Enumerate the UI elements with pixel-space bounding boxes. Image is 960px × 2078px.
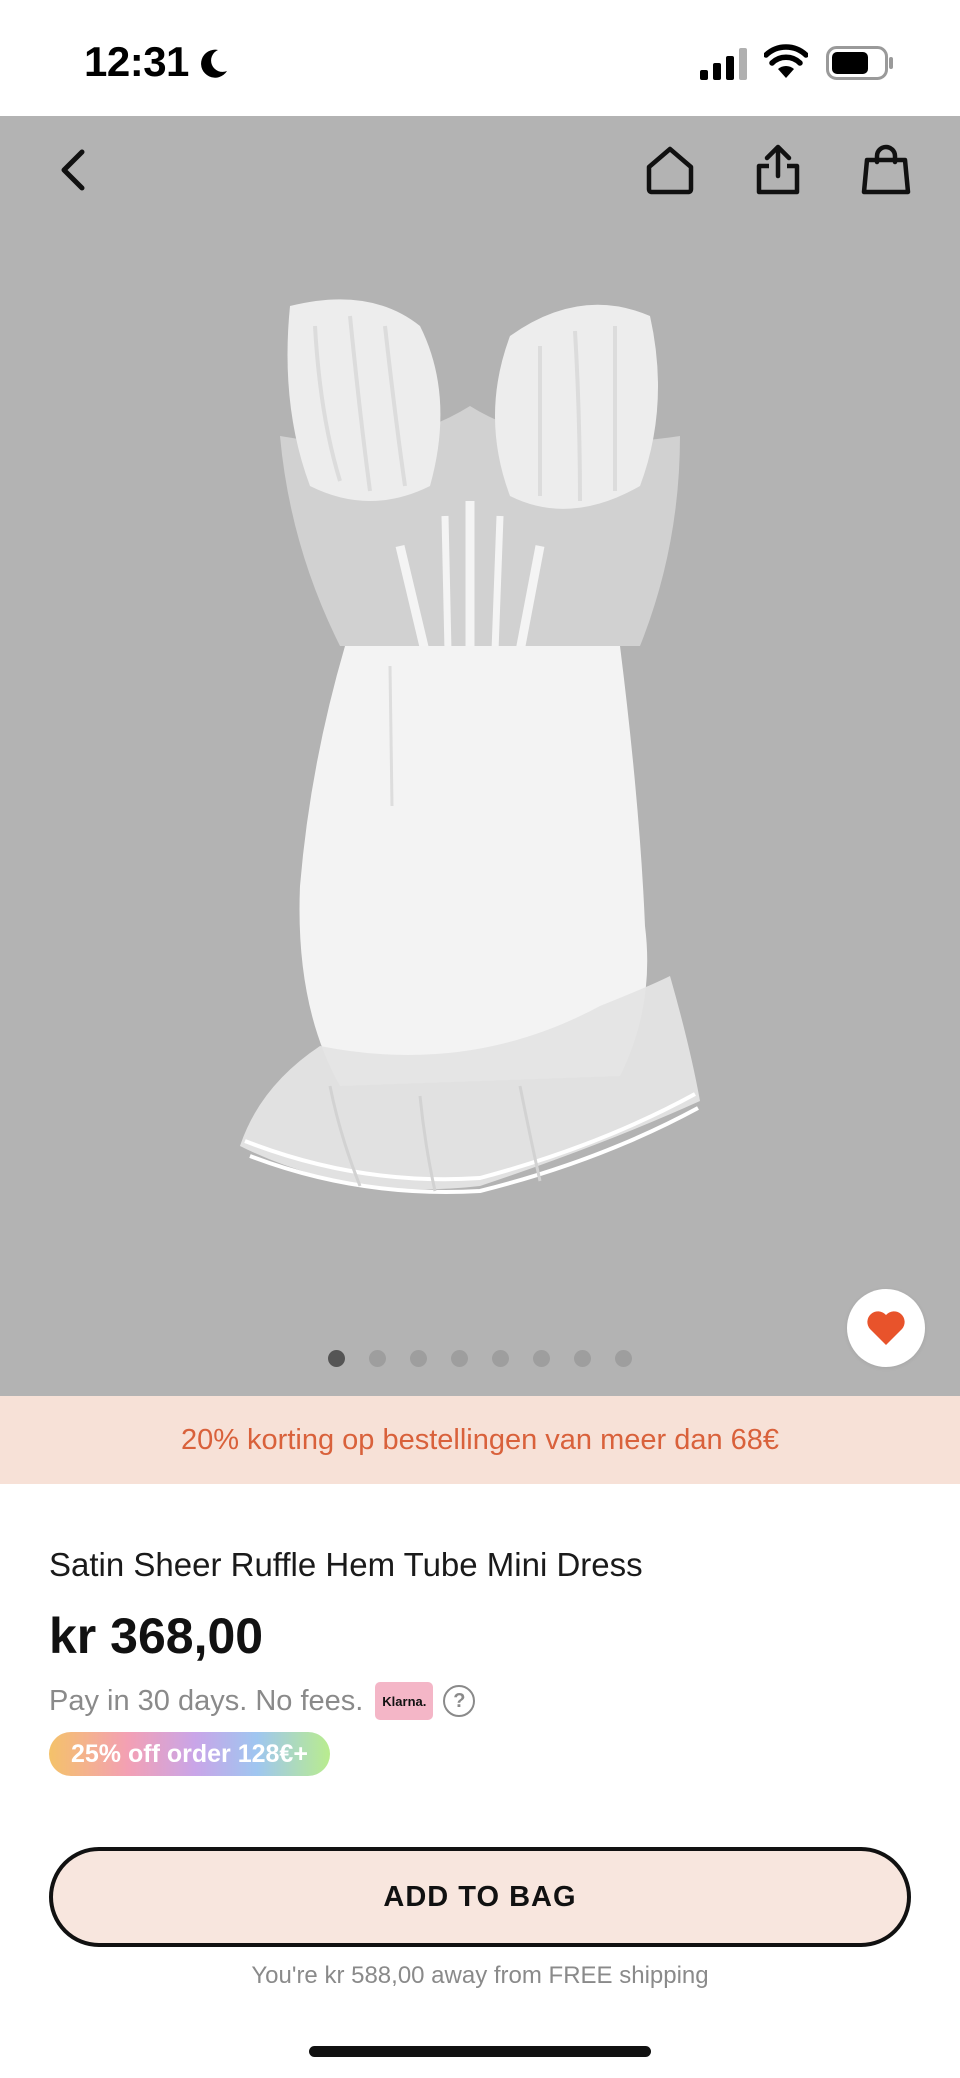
pagination-dot[interactable]	[451, 1350, 468, 1367]
home-icon	[646, 146, 694, 195]
pagination-dot[interactable]	[533, 1350, 550, 1367]
home-indicator	[309, 2046, 651, 2057]
help-icon[interactable]: ?	[443, 1685, 476, 1717]
shopping-bag-icon	[861, 144, 911, 195]
moon-icon	[201, 49, 227, 78]
wifi-icon	[764, 44, 808, 78]
status-time: 12:31	[84, 38, 189, 85]
share-button[interactable]	[738, 130, 818, 210]
pagination-dot[interactable]	[615, 1350, 632, 1367]
favorite-button[interactable]	[847, 1289, 925, 1367]
pagination-dot[interactable]	[492, 1350, 509, 1367]
product-image-gallery[interactable]	[0, 116, 960, 1396]
pay-later-text: Pay in 30 days. No fees.	[49, 1684, 364, 1717]
klarna-logo: Klarna.	[375, 1682, 434, 1720]
promo-banner[interactable]: 20% korting op bestellingen van meer dan…	[0, 1396, 960, 1484]
product-title: Satin Sheer Ruffle Hem Tube Mini Dress	[49, 1546, 643, 1583]
dress-product-image	[240, 299, 700, 1194]
cart-button[interactable]	[846, 130, 926, 210]
pagination-dot[interactable]	[328, 1350, 345, 1367]
battery-icon	[826, 46, 893, 80]
share-icon	[756, 144, 800, 195]
pay-later-row: Pay in 30 days. No fees. Klarna. ?	[49, 1682, 476, 1720]
product-price: kr 368,00	[49, 1608, 264, 1664]
free-shipping-note: You're kr 588,00 away from FREE shipping	[251, 1962, 709, 1989]
back-button[interactable]	[34, 130, 114, 210]
status-bar: 12:31	[0, 0, 960, 116]
image-pagination	[0, 1350, 960, 1370]
pagination-dot[interactable]	[369, 1350, 386, 1367]
chevron-left-icon	[61, 149, 85, 191]
promo-text: 20% korting op bestellingen van meer dan…	[180, 1423, 780, 1456]
signal-icon	[700, 48, 747, 80]
pagination-dot[interactable]	[574, 1350, 591, 1367]
discount-badge: 25% off order 128€+	[49, 1732, 330, 1776]
heart-icon	[867, 1311, 905, 1345]
home-button[interactable]	[630, 130, 710, 210]
add-to-bag-button[interactable]: ADD TO BAG	[49, 1847, 911, 1947]
pagination-dot[interactable]	[410, 1350, 427, 1367]
